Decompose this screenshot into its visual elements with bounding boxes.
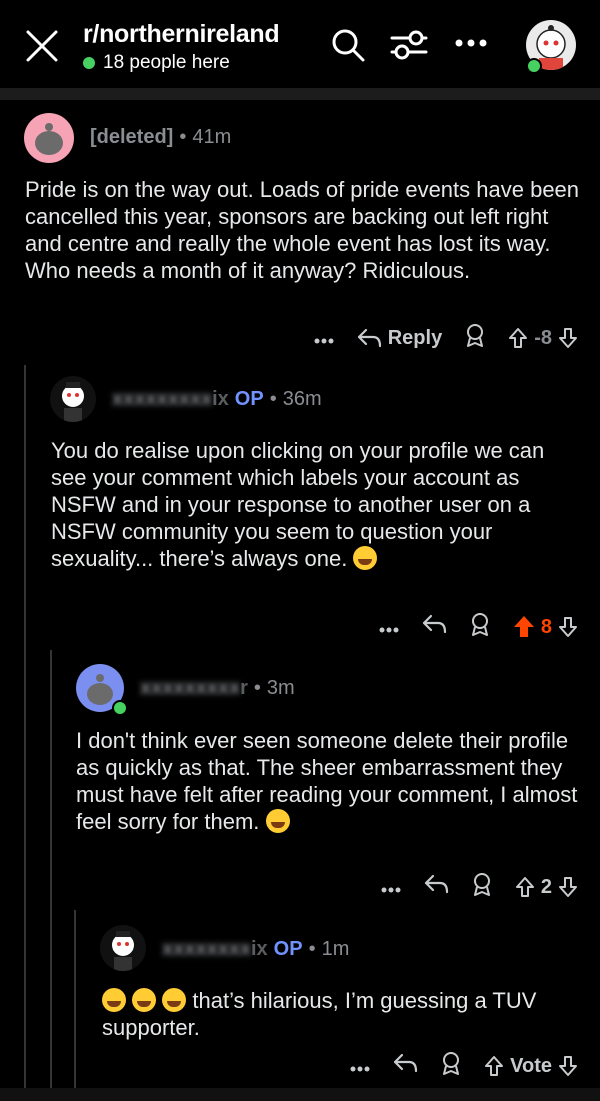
thread-line[interactable]	[24, 365, 26, 1090]
meta-separator: •	[269, 388, 277, 410]
subreddit-title[interactable]: r/northernireland	[83, 20, 280, 49]
downvote-icon[interactable]	[558, 327, 578, 349]
comment-time: 3m	[266, 677, 295, 699]
laughing-emoji-icon	[353, 546, 378, 570]
comment-username[interactable]: ix	[212, 388, 229, 411]
thread-line[interactable]	[50, 650, 52, 1090]
more-options-icon[interactable]	[381, 876, 401, 899]
more-options-icon[interactable]	[314, 327, 334, 350]
upvote-icon[interactable]	[484, 1055, 504, 1077]
vote-controls: -8	[508, 327, 578, 350]
vote-score: 2	[540, 875, 552, 898]
comment-body: I don't think ever seen someone delete t…	[76, 728, 578, 834]
close-icon[interactable]	[24, 28, 60, 64]
vote-label: Vote	[510, 1054, 552, 1077]
more-options-icon[interactable]	[350, 1055, 370, 1078]
comment-avatar[interactable]	[100, 925, 146, 971]
comment-body-container: that’s hilarious, I’m guessing a TUV sup…	[102, 987, 582, 1041]
more-options-icon[interactable]	[454, 38, 488, 48]
online-status: 18 people here	[83, 52, 230, 74]
rofl-emoji-icon	[162, 988, 187, 1012]
reply-label: Reply	[387, 326, 443, 349]
comment-actions: Reply -8	[260, 323, 578, 353]
comment-body: Pride is on the way out. Loads of pride …	[25, 177, 580, 283]
filter-icon[interactable]	[390, 28, 428, 62]
upvote-active-icon[interactable]	[513, 615, 535, 639]
comment-body: You do realise upon clicking on your pro…	[51, 438, 545, 571]
downvote-icon[interactable]	[558, 1055, 578, 1077]
rofl-emoji-icon	[265, 809, 290, 833]
comment-avatar[interactable]	[24, 113, 74, 163]
comment-avatar[interactable]	[50, 376, 96, 422]
online-count: 18 people here	[103, 52, 230, 73]
online-indicator-icon	[526, 58, 542, 74]
comment-time: 1m	[321, 938, 350, 960]
comment-username-redacted[interactable]: xxxxxxxx	[162, 938, 251, 961]
comment-username[interactable]: r	[240, 677, 248, 700]
reply-icon[interactable]	[423, 873, 449, 901]
reply-icon	[357, 328, 381, 348]
award-icon[interactable]	[464, 323, 486, 353]
rofl-emoji-icon	[102, 988, 126, 1012]
upvote-icon[interactable]	[515, 876, 535, 898]
award-icon[interactable]	[471, 872, 493, 902]
comment-body-container: You do realise upon clicking on your pro…	[51, 437, 581, 572]
comment-actions: Vote	[300, 1051, 578, 1081]
thread-line[interactable]	[74, 910, 76, 1090]
meta-separator: •	[253, 677, 261, 699]
comment-meta: [deleted] • 41m	[90, 126, 231, 149]
comment-body-container: I don't think ever seen someone delete t…	[76, 727, 581, 835]
comment-meta: xxxxxxxxx ix OP • 36m	[112, 388, 322, 411]
more-options-icon[interactable]	[379, 616, 399, 639]
meta-separator: •	[179, 126, 187, 148]
comment-actions: 2	[300, 872, 578, 902]
reply-icon[interactable]	[421, 613, 447, 641]
award-icon[interactable]	[469, 612, 491, 642]
comment-meta: xxxxxxxx ix OP • 1m	[162, 938, 349, 961]
comment-username-redacted[interactable]: xxxxxxxxx	[112, 388, 212, 411]
reply-icon[interactable]	[392, 1052, 418, 1080]
upvote-icon[interactable]	[508, 327, 528, 349]
op-badge: OP	[273, 938, 303, 960]
reply-button[interactable]: Reply	[356, 327, 442, 350]
search-icon[interactable]	[330, 27, 366, 63]
comment-meta: xxxxxxxxx r • 3m	[140, 677, 295, 700]
comment-time: 36m	[282, 388, 322, 410]
comment-time: 41m	[192, 126, 232, 148]
vote-controls: 2	[515, 876, 578, 899]
comment-username[interactable]: [deleted]	[90, 126, 173, 149]
op-badge: OP	[234, 388, 264, 410]
comment-username-redacted[interactable]: xxxxxxxxx	[140, 677, 240, 700]
rofl-emoji-icon	[132, 988, 157, 1012]
downvote-icon[interactable]	[558, 876, 578, 898]
award-icon[interactable]	[440, 1051, 462, 1081]
vote-controls: 8	[513, 615, 578, 639]
comment-username[interactable]: ix	[251, 938, 268, 961]
vote-controls: Vote	[484, 1055, 578, 1078]
vote-score: 8	[540, 615, 552, 638]
vote-score: -8	[534, 326, 552, 349]
meta-separator: •	[308, 938, 316, 960]
online-indicator-icon	[112, 700, 128, 716]
header-divider	[0, 88, 600, 100]
bottom-bar	[0, 1088, 600, 1101]
online-dot-icon	[83, 57, 95, 69]
comment-actions: 8	[300, 612, 578, 642]
downvote-icon[interactable]	[558, 616, 578, 638]
